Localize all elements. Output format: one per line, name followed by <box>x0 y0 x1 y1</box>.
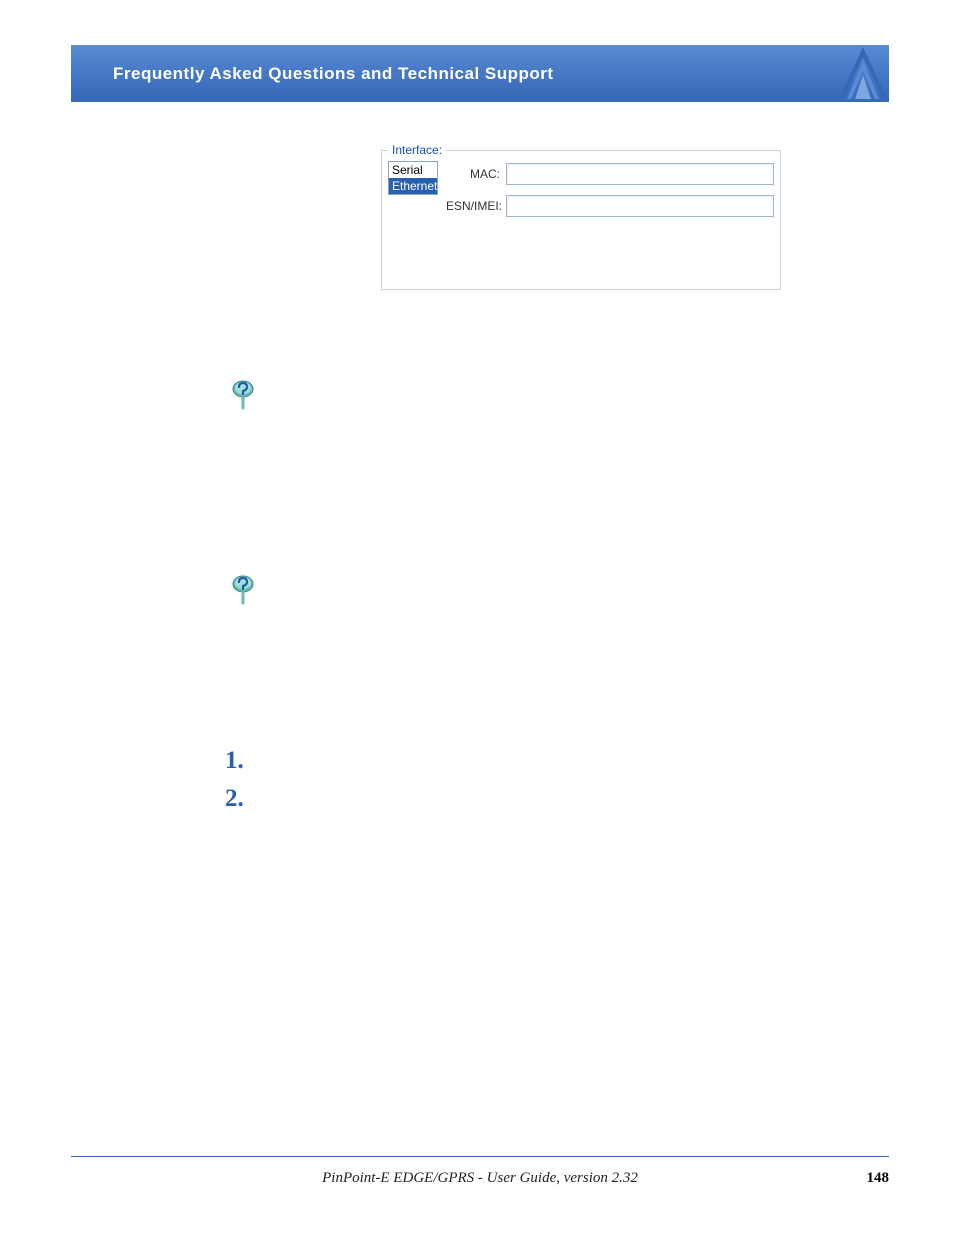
esn-imei-label: ESN/IMEI: <box>446 199 500 213</box>
footer-doc-title: PinPoint-E EDGE/GPRS - User Guide, versi… <box>71 1170 889 1187</box>
interface-option-ethernet[interactable]: Ethernet <box>389 178 437 194</box>
interface-listbox[interactable]: Serial Ethernet <box>388 161 438 195</box>
footer-rule <box>71 1156 889 1157</box>
question-mark-icon <box>229 575 257 607</box>
mac-label: MAC: <box>446 167 500 181</box>
mac-input[interactable] <box>506 163 774 185</box>
esn-imei-input[interactable] <box>506 195 774 217</box>
numbered-step-1: 1. <box>225 742 244 780</box>
banner-title: Frequently Asked Questions and Technical… <box>113 64 554 84</box>
interface-fieldset: Interface: Serial Ethernet MAC: ESN/IMEI… <box>381 150 781 290</box>
chapter-banner: Frequently Asked Questions and Technical… <box>71 45 889 102</box>
numbered-step-2: 2. <box>225 780 244 818</box>
brand-logo-icon <box>833 43 893 105</box>
step-number: 2. <box>225 785 244 812</box>
fieldset-legend: Interface: <box>388 143 446 157</box>
step-number: 1. <box>225 747 244 774</box>
interface-option-serial[interactable]: Serial <box>389 162 437 178</box>
question-mark-icon <box>229 380 257 412</box>
footer-page-number: 148 <box>867 1170 890 1187</box>
